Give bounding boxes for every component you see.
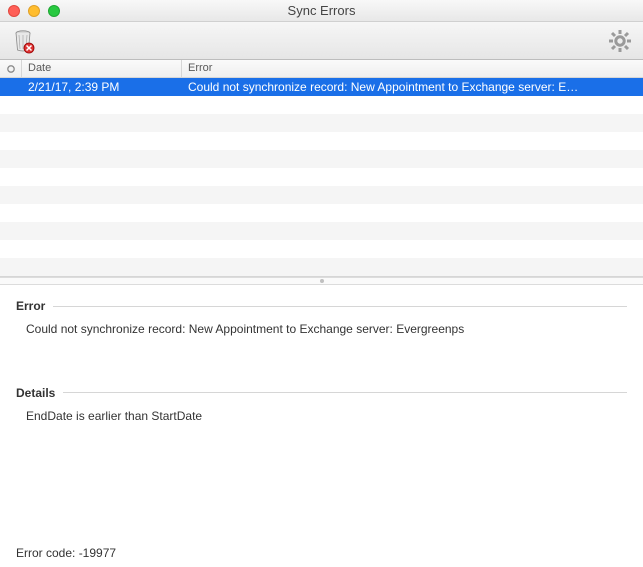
titlebar: Sync Errors [0, 0, 643, 22]
details-section-label: Details [16, 386, 55, 400]
maximize-icon[interactable] [48, 5, 60, 17]
table-row[interactable]: 2/21/17, 2:39 PM Could not synchronize r… [0, 78, 643, 96]
pane-splitter[interactable] [0, 277, 643, 285]
window-title: Sync Errors [0, 3, 643, 18]
column-error[interactable]: Error [182, 60, 643, 77]
delete-button[interactable] [8, 26, 38, 56]
close-icon[interactable] [8, 5, 20, 17]
empty-rows [0, 96, 643, 276]
divider [53, 306, 627, 307]
error-code: Error code: -19977 [16, 540, 627, 560]
details-section: Details EndDate is earlier than StartDat… [16, 386, 627, 425]
error-section: Error Could not synchronize record: New … [16, 299, 627, 338]
indicator-icon [6, 64, 16, 74]
toolbar [0, 22, 643, 60]
column-indicator[interactable] [0, 60, 22, 77]
divider [63, 392, 627, 393]
details-text: EndDate is earlier than StartDate [16, 408, 627, 425]
gear-icon [608, 29, 632, 53]
error-list: Date Error 2/21/17, 2:39 PM Could not sy… [0, 60, 643, 277]
row-date: 2/21/17, 2:39 PM [22, 80, 182, 94]
settings-button[interactable] [605, 26, 635, 56]
details-pane: Error Could not synchronize record: New … [0, 285, 643, 567]
row-error: Could not synchronize record: New Appoin… [182, 80, 643, 94]
traffic-lights [8, 5, 60, 17]
error-text: Could not synchronize record: New Appoin… [16, 321, 627, 338]
column-headers: Date Error [0, 60, 643, 78]
splitter-grip-icon [320, 279, 324, 283]
minimize-icon[interactable] [28, 5, 40, 17]
trash-icon [10, 28, 36, 54]
error-section-label: Error [16, 299, 45, 313]
column-date[interactable]: Date [22, 60, 182, 77]
